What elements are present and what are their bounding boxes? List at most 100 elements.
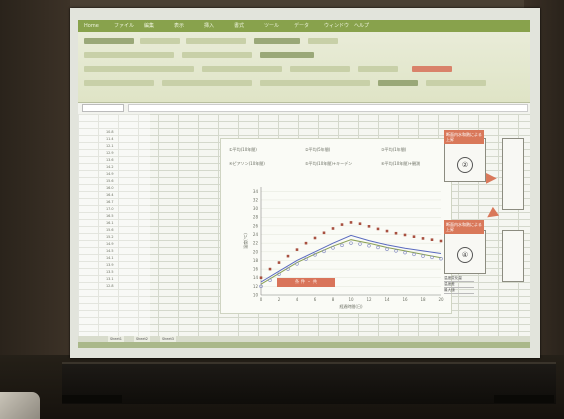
x-axis-title: 経過時間(日) [339, 303, 363, 309]
cell-value[interactable]: 16.1 [106, 221, 114, 225]
y-tick-label: 34 [253, 189, 259, 194]
menu-item[interactable]: 書式 [234, 20, 244, 32]
cell-value[interactable]: 15.2 [106, 235, 114, 239]
x-tick-label: 10 [348, 297, 354, 302]
x-tick-label: 6 [314, 297, 317, 302]
cell-value[interactable]: 12.8 [106, 284, 114, 288]
chart-banner: 条 件 ・ 共 [277, 278, 335, 287]
side-panel-3 [502, 138, 524, 210]
cell-value[interactable]: 13.5 [106, 270, 114, 274]
y-tick-label: 20 [253, 249, 259, 254]
side-panel-1: ② [444, 138, 486, 182]
menu-item[interactable]: 編集 [144, 20, 154, 32]
legend-entry: ④ピアソン(10年間) [229, 160, 265, 166]
menu-item[interactable]: Home [84, 20, 99, 32]
x-tick-label: 0 [260, 297, 263, 302]
cell-value[interactable]: 10.8 [106, 130, 114, 134]
line-chart[interactable]: 10 12 14 16 18 20 22 24 26 28 30 32 34 0 2 4 6 8 10 12 14 16 1… [220, 138, 452, 314]
series-point [358, 222, 362, 226]
side-panel-4 [502, 230, 524, 282]
menu-item[interactable]: データ [294, 20, 309, 32]
series-point [367, 244, 371, 248]
chart-svg: 101214161820222426283032340 2 4 6 8 10 12 14 16 1… [229, 146, 444, 309]
y-tick-label: 10 [253, 293, 259, 298]
series-point [412, 235, 416, 238]
spreadsheet-window: Home ファイル 編集 表示 挿入 書式 ツール データ ウィンドウ ヘルプ 10.8 11.4 1… [78, 20, 530, 348]
screen-stand [62, 362, 556, 404]
series-point [331, 227, 335, 230]
stand-foot-right [494, 395, 554, 403]
series-point [340, 223, 344, 226]
x-tick-label: 18 [420, 297, 426, 302]
menu-item[interactable]: ウィンドウ [324, 20, 349, 32]
y-axis-title: 温度(℃) [242, 233, 248, 249]
y-tick-label: 14 [253, 275, 259, 280]
arrow-right-icon: ▶ [486, 170, 497, 186]
x-tick-label: 4 [296, 297, 299, 302]
side-label-1: 断面内水和熱による上昇 [444, 130, 484, 144]
formula-bar[interactable] [128, 104, 528, 112]
series-point [286, 254, 290, 258]
name-box[interactable] [82, 104, 124, 112]
side-label-2: 断面内水和熱による上昇 [444, 220, 484, 234]
cell-value[interactable]: 14.5 [106, 249, 114, 253]
cell-value[interactable]: 13.9 [106, 263, 114, 267]
stand-foot-left [62, 395, 122, 403]
data-column: 10.8 11.4 12.1 12.9 13.6 14.2 14.9 15.6 16.0 16.4… [78, 114, 150, 336]
menu-item[interactable]: ヘルプ [354, 20, 369, 32]
series-point [259, 276, 263, 280]
side-table-row: 最大値 [444, 288, 474, 294]
series-point [376, 227, 380, 231]
cell-value[interactable]: 12.1 [106, 144, 114, 148]
y-tick-label: 22 [253, 241, 259, 246]
y-tick-label: 30 [253, 206, 259, 211]
menu-item[interactable]: ファイル [114, 20, 134, 32]
y-tick-label: 28 [253, 215, 259, 220]
y-tick-label: 32 [253, 197, 259, 202]
cell-value[interactable]: 16.7 [106, 200, 114, 204]
x-tick-label: 16 [402, 297, 408, 302]
menu-item[interactable]: ツール [264, 20, 279, 32]
cell-value[interactable]: 11.4 [106, 137, 114, 141]
x-tick-label: 12 [366, 297, 372, 302]
cell-value[interactable]: 14.9 [106, 172, 114, 176]
y-tick-label: 12 [253, 284, 259, 289]
cell-value[interactable]: 15.6 [106, 228, 114, 232]
menu-bar: Home ファイル 編集 表示 挿入 書式 ツール データ ウィンドウ ヘルプ [78, 20, 530, 32]
side-number-1: ② [457, 157, 473, 173]
series-point [304, 241, 308, 245]
cell-value[interactable]: 14.2 [106, 165, 114, 169]
series-point [385, 229, 389, 233]
series-point [367, 225, 371, 228]
cell-value[interactable]: 16.5 [106, 214, 114, 218]
x-tick-label: 14 [384, 297, 390, 302]
y-tick-label: 24 [253, 232, 259, 237]
legend-entry: ②平均(5年間) [305, 146, 331, 152]
cell-value[interactable]: 13.1 [106, 277, 114, 281]
series-line [260, 234, 442, 283]
cell-value[interactable]: 17.0 [106, 207, 114, 211]
cell-value[interactable]: 13.6 [106, 158, 114, 162]
menu-item[interactable]: 表示 [174, 20, 184, 32]
series-point [421, 237, 425, 240]
cell-value[interactable]: 14.1 [106, 256, 114, 260]
legend-entry: ⑥平均(10年間)+観測 [381, 160, 420, 166]
series-point [313, 236, 317, 240]
series-point [385, 247, 389, 251]
side-panel-2: ④ [444, 230, 486, 274]
menu-item[interactable]: 挿入 [204, 20, 214, 32]
cell-value[interactable]: 16.4 [106, 193, 114, 197]
series-point [394, 231, 398, 235]
cell-value[interactable]: 14.9 [106, 242, 114, 246]
x-tick-label: 8 [332, 297, 335, 302]
cell-value[interactable]: 12.9 [106, 151, 114, 155]
series-point [322, 231, 326, 235]
cell-value[interactable]: 15.6 [106, 179, 114, 183]
cell-value[interactable]: 16.0 [106, 186, 114, 190]
series-point [295, 248, 299, 251]
series-point [412, 252, 416, 257]
x-tick-label: 20 [438, 297, 444, 302]
series-point [340, 243, 344, 248]
legend-entry: ③平均(1年間) [381, 146, 407, 152]
legend-entry: ①平均(10年間) [229, 146, 257, 152]
